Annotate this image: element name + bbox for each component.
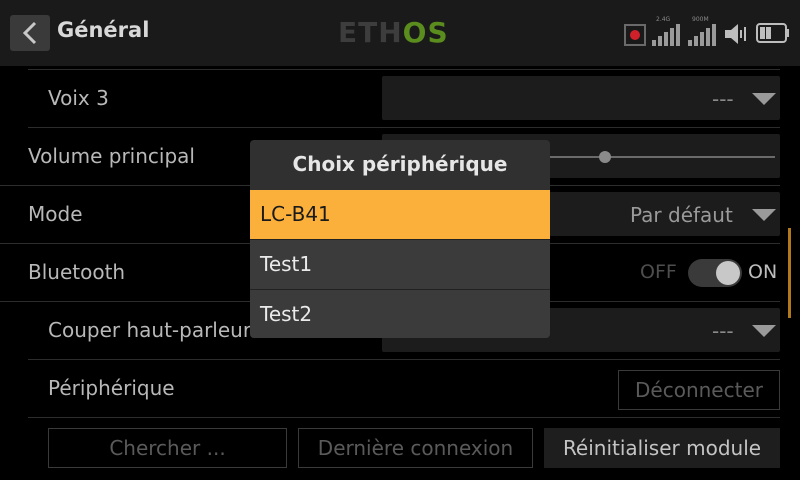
row-divider bbox=[28, 359, 780, 360]
back-chevron-icon bbox=[22, 21, 37, 45]
signal-band-label: 2.4G bbox=[656, 16, 671, 23]
bluetooth-off-label: OFF bbox=[640, 261, 677, 283]
top-bar: Général ETHOS 2.4G 900M bbox=[0, 0, 800, 66]
bluetooth-label: Bluetooth bbox=[28, 260, 126, 284]
reinitialiser-module-button[interactable]: Réinitialiser module bbox=[544, 428, 780, 468]
device-option[interactable]: Test1 bbox=[250, 240, 550, 289]
volume-slider-knob[interactable] bbox=[599, 151, 611, 163]
chevron-down-icon bbox=[752, 209, 776, 221]
page-title: Général bbox=[57, 18, 150, 42]
device-option[interactable]: Test2 bbox=[250, 290, 550, 338]
volume-icon[interactable] bbox=[724, 22, 750, 46]
device-choice-dialog: Choix périphérique LC-B41 Test1 Test2 bbox=[250, 140, 550, 338]
deconnecter-button[interactable]: Déconnecter bbox=[618, 370, 780, 410]
couper-value: --- bbox=[712, 319, 734, 343]
back-button[interactable] bbox=[10, 15, 50, 51]
status-icons: 2.4G 900M bbox=[624, 14, 790, 50]
row-divider bbox=[28, 69, 780, 70]
mode-value: Par défaut bbox=[630, 203, 733, 227]
signal-band-label: 900M bbox=[692, 16, 709, 23]
battery-icon bbox=[756, 22, 790, 44]
scrollbar[interactable] bbox=[788, 228, 791, 318]
row-divider bbox=[28, 127, 780, 128]
dialog-title: Choix périphérique bbox=[292, 152, 508, 176]
chercher-button[interactable]: Chercher ... bbox=[48, 428, 287, 468]
couper-label: Couper haut-parleur bbox=[48, 318, 252, 342]
derniere-connexion-button[interactable]: Dernière connexion bbox=[298, 428, 533, 468]
signal-icon: 900M bbox=[688, 16, 718, 50]
bluetooth-toggle[interactable] bbox=[688, 259, 742, 287]
toggle-knob bbox=[716, 261, 740, 285]
voix3-label: Voix 3 bbox=[48, 86, 109, 110]
volume-label: Volume principal bbox=[28, 144, 195, 168]
record-icon bbox=[624, 24, 646, 46]
bluetooth-on-label: ON bbox=[748, 261, 778, 283]
row-divider bbox=[28, 417, 780, 418]
chevron-down-icon bbox=[752, 93, 776, 105]
signal-icon: 2.4G bbox=[652, 16, 682, 50]
voix3-value: --- bbox=[712, 87, 734, 111]
peripherique-label: Périphérique bbox=[48, 376, 175, 400]
device-option[interactable]: LC-B41 bbox=[250, 190, 550, 239]
volume-slider-track[interactable] bbox=[535, 156, 775, 158]
chevron-down-icon bbox=[752, 325, 776, 337]
ethos-logo: ETHOS bbox=[338, 16, 449, 49]
mode-label: Mode bbox=[28, 202, 83, 226]
